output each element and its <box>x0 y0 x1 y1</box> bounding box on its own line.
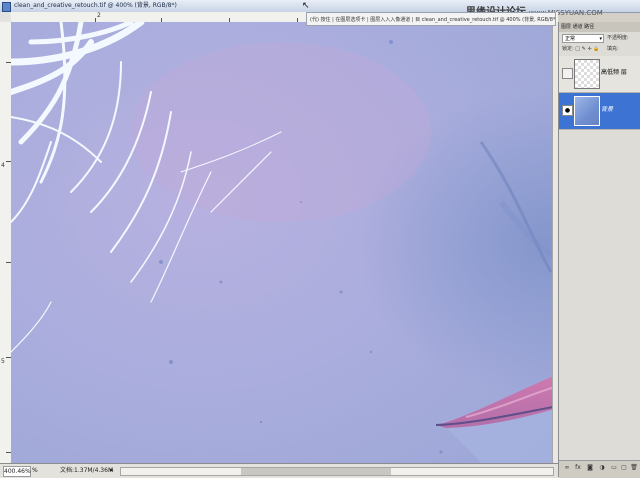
layers-panel-tabs[interactable]: 图层 通道 路径 <box>559 22 640 32</box>
visibility-toggle[interactable] <box>562 68 573 79</box>
fx-icon[interactable]: fx <box>574 464 582 472</box>
ruler-number: 2 <box>97 12 101 19</box>
layer-name: 背景 <box>601 106 614 113</box>
status-menu-arrow-icon[interactable]: ▸ <box>110 464 114 477</box>
zoom-field[interactable]: 400.46% <box>3 466 31 477</box>
document-title: clean_and_creative_retouch.tif @ 400% (背… <box>14 2 177 9</box>
layer-row-selected[interactable]: ● 背景 <box>559 93 640 130</box>
ruler-number: 5 <box>1 358 5 365</box>
status-bar: 400.46% % 文档:1.37M/4.36M ▸ <box>0 463 558 478</box>
horizontal-scrollbar[interactable] <box>120 467 554 476</box>
portrait-image <box>11 22 558 463</box>
adjustment-icon[interactable]: ◑ <box>598 464 606 472</box>
tooltip: (代) 按住 | 在图层选项卡 | 图层入入入像通道 | 目 clean_and… <box>306 12 556 26</box>
new-layer-icon[interactable]: ▢ <box>620 464 628 472</box>
trash-icon[interactable]: 🗑 <box>630 464 638 472</box>
lock-options[interactable]: 锁定: □ ✎ ✛ 🔒 <box>562 45 599 53</box>
zoom-percent-icon: % <box>32 467 38 474</box>
horizontal-scroll-thumb[interactable] <box>241 468 391 475</box>
mask-icon[interactable]: ◙ <box>586 464 594 472</box>
fill-label: 填充: <box>607 46 619 52</box>
blend-mode-select[interactable]: 正常 ▾ <box>562 34 604 43</box>
layer-row[interactable]: 高低频 层 <box>559 56 640 93</box>
layers-panel-toolbar: ∞ fx ◙ ◑ ▭ ▢ 🗑 <box>559 460 640 478</box>
image-canvas[interactable] <box>11 22 558 463</box>
layer-thumbnail <box>574 96 600 126</box>
layers-panel: 图层 通道 路径 正常 ▾ 不透明度: 锁定: □ ✎ ✛ 🔒 填充: 高低频 … <box>558 22 640 478</box>
group-icon[interactable]: ▭ <box>610 464 618 472</box>
ruler-number: 4 <box>1 162 5 169</box>
opacity-label: 不透明度: <box>607 35 629 41</box>
link-icon[interactable]: ∞ <box>563 464 571 472</box>
layer-name: 高低频 层 <box>601 69 627 76</box>
layer-thumbnail <box>574 59 600 89</box>
mouse-cursor-icon: ↖ <box>302 1 310 11</box>
eye-icon[interactable]: ● <box>562 105 573 116</box>
document-size[interactable]: 文档:1.37M/4.36M <box>60 464 113 477</box>
chevron-down-icon: ▾ <box>599 36 602 42</box>
blend-mode-value: 正常 <box>565 36 576 42</box>
document-icon <box>2 2 11 12</box>
